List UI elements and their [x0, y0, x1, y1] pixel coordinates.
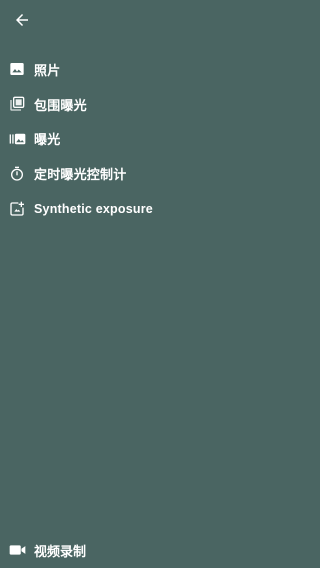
synthetic-exposure-icon — [8, 200, 26, 218]
capture-mode-list: 照片 包围曝光 曝光 定时曝光控制计 Synthetic exposure — [0, 52, 320, 226]
mode-menu-screen: 照片 包围曝光 曝光 定时曝光控制计 Synthetic exposure 视频… — [0, 0, 320, 568]
menu-item-bracket-exposure[interactable]: 包围曝光 — [0, 87, 320, 122]
menu-item-label: 定时曝光控制计 — [34, 168, 127, 184]
video-recording-label: 视频录制 — [34, 544, 87, 560]
menu-item-synthetic-exposure[interactable]: Synthetic exposure — [0, 191, 320, 226]
menu-item-timer-exposure[interactable]: 定时曝光控制计 — [0, 156, 320, 191]
timer-icon — [8, 165, 26, 183]
back-button[interactable] — [10, 8, 34, 32]
menu-item-video-recording[interactable]: 视频录制 — [0, 533, 320, 567]
menu-item-label: 曝光 — [34, 133, 61, 149]
exposure-icon — [8, 130, 26, 148]
photo-icon — [8, 60, 26, 78]
bracket-exposure-icon — [8, 95, 26, 113]
arrow-left-icon — [13, 11, 31, 29]
menu-item-exposure[interactable]: 曝光 — [0, 122, 320, 157]
menu-item-label: 照片 — [34, 63, 61, 79]
menu-item-photo[interactable]: 照片 — [0, 52, 320, 87]
menu-item-label: 包围曝光 — [34, 98, 87, 114]
menu-item-label: Synthetic exposure — [34, 201, 153, 216]
video-camera-icon — [8, 541, 26, 559]
